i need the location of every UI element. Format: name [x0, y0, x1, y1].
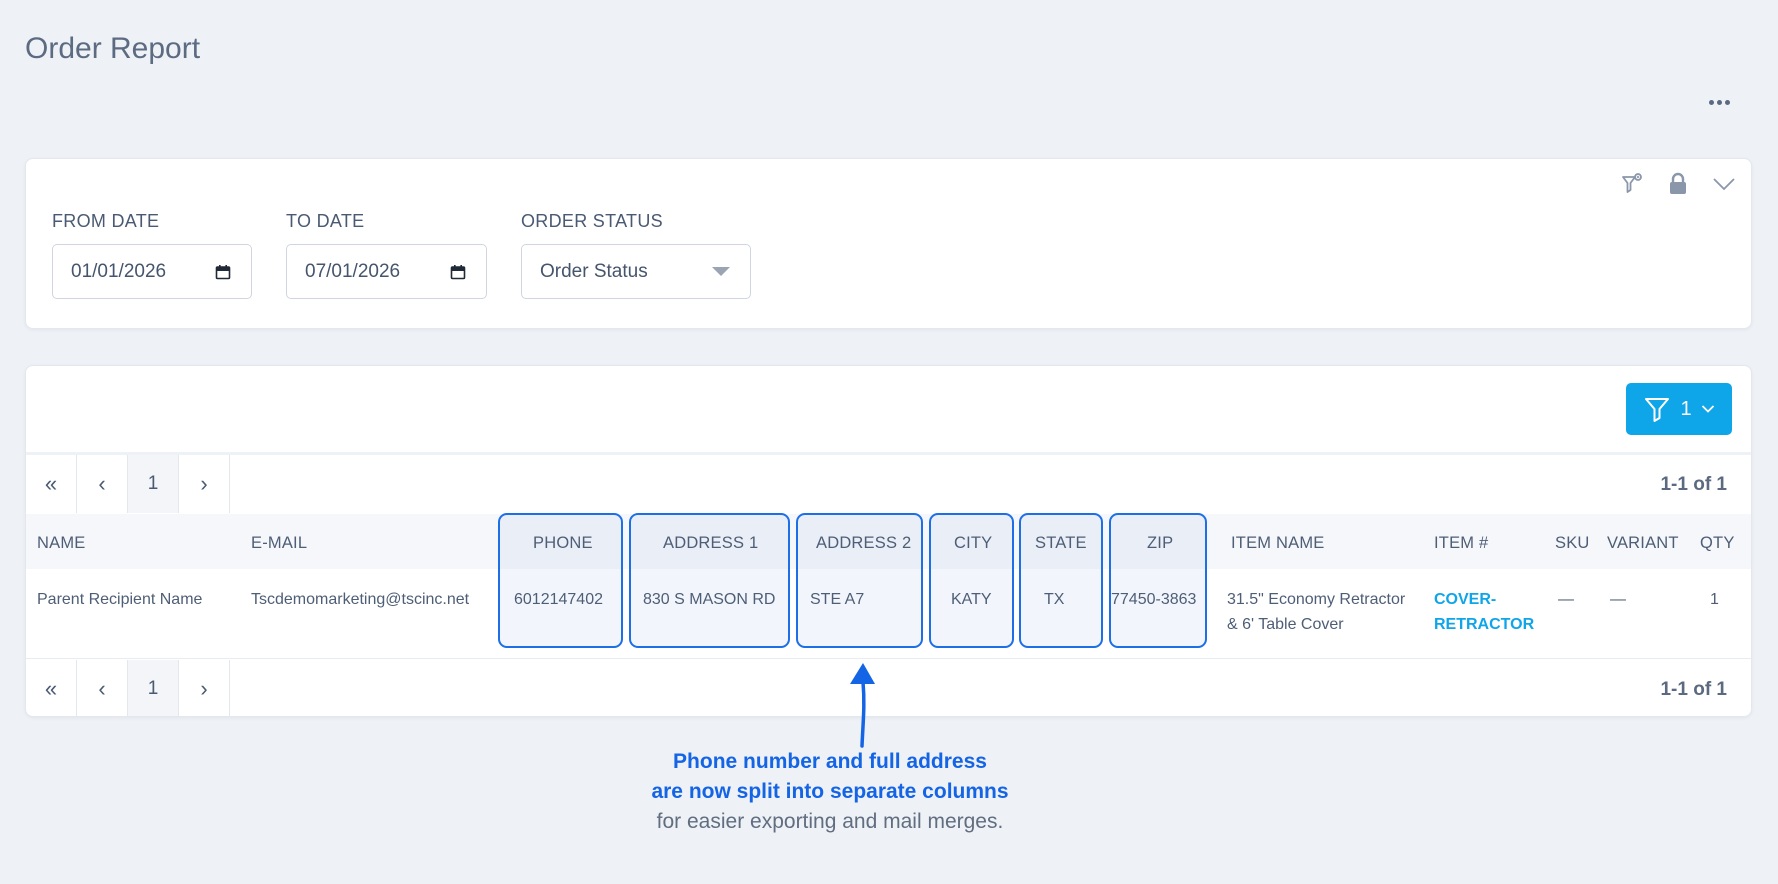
filter-panel-tools: [1619, 171, 1737, 197]
annotation-arrow-icon: [850, 663, 875, 748]
from-date-input[interactable]: 01/01/2026: [52, 244, 252, 299]
column-header-email[interactable]: E-MAIL: [251, 534, 307, 553]
from-date-label: FROM DATE: [52, 211, 160, 231]
annotation-callout: Phone number and full address are now sp…: [530, 747, 1130, 837]
order-status-select[interactable]: Order Status: [521, 244, 751, 299]
from-date-field: FROM DATE 01/01/2026: [52, 211, 252, 299]
pagination-bottom: « ‹ 1 ›: [26, 660, 230, 716]
cell-zip: 77450-3863: [1111, 591, 1197, 608]
funnel-icon: [1645, 398, 1670, 422]
to-date-value: 07/01/2026: [305, 260, 401, 282]
column-header-zip[interactable]: ZIP: [1147, 534, 1173, 553]
cell-item-number-link[interactable]: COVER-RETRACTOR: [1434, 587, 1544, 637]
column-header-sku[interactable]: SKU: [1555, 534, 1590, 553]
cell-qty: 1: [1710, 591, 1719, 608]
prev-page-button[interactable]: ‹: [77, 660, 128, 716]
page-1-button[interactable]: 1: [128, 455, 179, 513]
first-page-button[interactable]: «: [26, 660, 77, 716]
page-1-button[interactable]: 1: [128, 660, 179, 716]
calendar-icon[interactable]: [215, 264, 231, 280]
column-header-item-number[interactable]: ITEM #: [1434, 534, 1488, 553]
cell-item-name: 31.5" Economy Retractor & 6' Table Cover: [1227, 591, 1406, 633]
result-range: 1-1 of 1: [1660, 679, 1727, 700]
annotation-line-1: Phone number and full address: [673, 750, 987, 773]
order-status-label: ORDER STATUS: [521, 211, 663, 231]
cell-state: TX: [1044, 591, 1065, 608]
column-header-qty[interactable]: QTY: [1700, 534, 1735, 553]
filter-count: 1: [1680, 397, 1692, 420]
calendar-icon[interactable]: [450, 264, 466, 280]
column-header-item-name[interactable]: ITEM NAME: [1231, 534, 1324, 553]
next-page-button[interactable]: ›: [179, 660, 230, 716]
filter-settings-icon[interactable]: [1619, 171, 1645, 197]
to-date-field: TO DATE 07/01/2026: [286, 211, 487, 299]
filter-panel: FROM DATE 01/01/2026 TO DATE 07/01/2026 …: [25, 158, 1752, 329]
row-divider: [26, 658, 1751, 659]
divider: [26, 452, 1751, 455]
result-range: 1-1 of 1: [1660, 474, 1727, 495]
order-status-field: ORDER STATUS Order Status: [521, 211, 751, 299]
dropdown-caret-icon: [712, 267, 730, 276]
cell-sku: —: [1558, 591, 1574, 608]
more-options-icon[interactable]: [1704, 90, 1734, 114]
cell-phone: 6012147402: [514, 591, 603, 608]
annotation-line-2: are now split into separate columns: [651, 780, 1009, 803]
from-date-value: 01/01/2026: [71, 260, 167, 282]
column-header-variant[interactable]: VARIANT: [1607, 534, 1679, 553]
cell-variant: —: [1610, 591, 1626, 608]
column-header-state[interactable]: STATE: [1035, 534, 1087, 553]
page-title: Order Report: [25, 32, 201, 65]
chevron-down-icon[interactable]: [1711, 171, 1737, 197]
results-panel: 1 « ‹ 1 › 1-1 of 1 NAME E-MAIL PHONE ADD…: [25, 365, 1752, 717]
order-status-value: Order Status: [540, 260, 648, 282]
chevron-down-icon: [1701, 405, 1714, 413]
cell-city: KATY: [951, 591, 992, 608]
cell-name: Parent Recipient Name: [37, 591, 203, 608]
column-header-name[interactable]: NAME: [37, 534, 85, 553]
column-header-address1[interactable]: ADDRESS 1: [663, 534, 758, 553]
to-date-label: TO DATE: [286, 211, 365, 231]
lock-icon[interactable]: [1665, 171, 1691, 197]
cell-email: Tscdemomarketing@tscinc.net: [251, 591, 470, 608]
prev-page-button[interactable]: ‹: [77, 455, 128, 513]
pagination-top: « ‹ 1 ›: [26, 455, 230, 513]
next-page-button[interactable]: ›: [179, 455, 230, 513]
annotation-line-3: for easier exporting and mail merges.: [656, 810, 1004, 833]
column-header-address2[interactable]: ADDRESS 2: [816, 534, 911, 553]
cell-address2: STE A7: [810, 591, 865, 608]
first-page-button[interactable]: «: [26, 455, 77, 513]
column-header-phone[interactable]: PHONE: [533, 534, 593, 553]
cell-address1: 830 S MASON RD: [643, 591, 776, 608]
column-filter-button[interactable]: 1: [1626, 383, 1732, 435]
to-date-input[interactable]: 07/01/2026: [286, 244, 487, 299]
column-header-city[interactable]: CITY: [954, 534, 992, 553]
